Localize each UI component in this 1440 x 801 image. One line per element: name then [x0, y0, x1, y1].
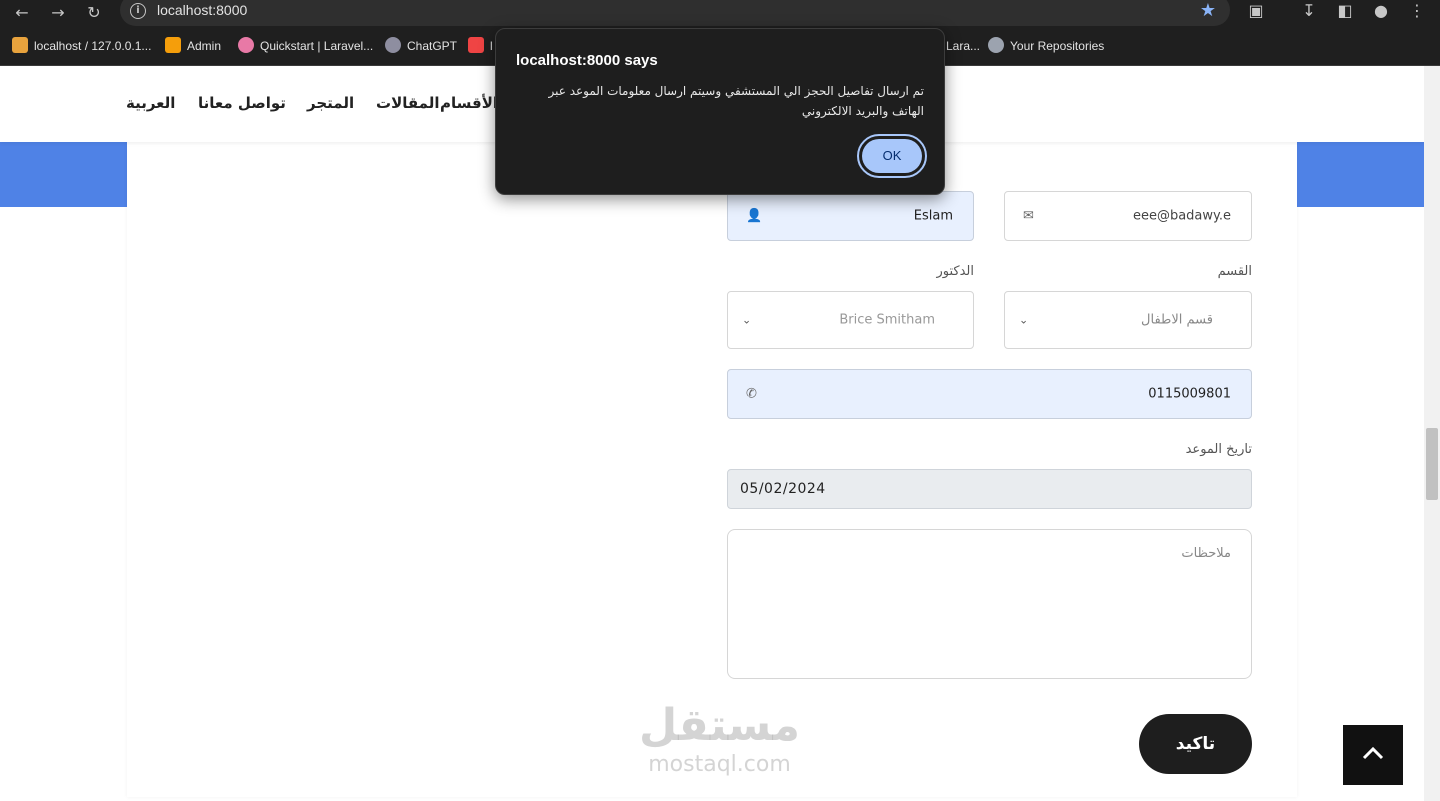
- nav-departments[interactable]: الأقسام: [440, 94, 498, 112]
- doctor-select[interactable]: ⌄ Brice Smitham: [727, 291, 974, 349]
- bookmark-laravel-2[interactable]: Lara...: [946, 37, 980, 55]
- doctor-label: الدكتور: [936, 264, 974, 279]
- bookmark-quickstart[interactable]: Quickstart | Laravel...: [238, 37, 373, 55]
- extensions-icon[interactable]: ▣: [1245, 0, 1267, 22]
- nav-store[interactable]: المتجر: [307, 94, 354, 112]
- scroll-to-top-button[interactable]: [1343, 725, 1403, 785]
- chevron-down-icon: ⌄: [1019, 313, 1029, 327]
- bookmark-admin[interactable]: Admin: [165, 37, 221, 55]
- xampp-icon: [165, 37, 181, 53]
- bookmark-chatgpt[interactable]: ChatGPT: [385, 37, 457, 55]
- alert-dialog: localhost:8000 says تم ارسال تفاصيل الحج…: [495, 28, 945, 195]
- nav-articles[interactable]: المقالات: [376, 94, 440, 112]
- address-url[interactable]: localhost:8000: [157, 2, 247, 18]
- github-icon: [988, 37, 1004, 53]
- profile-avatar-icon[interactable]: ●: [1370, 0, 1392, 22]
- bookmark-localhost[interactable]: localhost / 127.0.0.1...: [12, 37, 151, 55]
- confirm-button[interactable]: تاكيد: [1139, 714, 1252, 774]
- browser-toolbar: ← → ↻ i localhost:8000 ★ ▣ ↧ ◧ ● ⋮: [0, 0, 1440, 28]
- laravel-icon: [468, 37, 484, 53]
- site-info-icon[interactable]: i: [130, 3, 146, 19]
- scrollbar-thumb[interactable]: [1426, 428, 1438, 500]
- side-panel-icon[interactable]: ◧: [1334, 0, 1356, 22]
- date-label: تاريخ الموعد: [1185, 442, 1252, 457]
- phone-input[interactable]: ✆ 0115009801: [727, 369, 1252, 419]
- department-label: القسم: [1217, 264, 1252, 279]
- dialog-ok-button[interactable]: OK: [857, 134, 927, 178]
- address-bar[interactable]: i localhost:8000 ★: [120, 0, 1230, 26]
- forward-arrow-icon[interactable]: →: [47, 2, 69, 24]
- bookmark-star-icon[interactable]: ★: [1200, 0, 1216, 21]
- downloads-icon[interactable]: ↧: [1298, 0, 1320, 22]
- dialog-title: localhost:8000 says: [516, 52, 658, 69]
- bookmark-github[interactable]: Your Repositories: [988, 37, 1104, 55]
- dialog-message: تم ارسال تفاصيل الحجز الي المستشفي وسيتم…: [548, 84, 924, 118]
- chevron-up-icon: [1362, 746, 1384, 760]
- name-input[interactable]: 👤 Eslam: [727, 191, 974, 241]
- user-icon: 👤: [746, 208, 763, 224]
- bookmark-laravel[interactable]: l: [468, 37, 493, 55]
- menu-kebab-icon[interactable]: ⋮: [1406, 0, 1428, 22]
- phpmyadmin-icon: [12, 37, 28, 53]
- back-arrow-icon[interactable]: ←: [11, 2, 33, 24]
- envelope-icon: ✉: [1023, 208, 1034, 224]
- chevron-down-icon: ⌄: [742, 313, 752, 327]
- reload-icon[interactable]: ↻: [83, 2, 105, 24]
- quickstart-icon: [238, 37, 254, 53]
- date-input[interactable]: 05/02/2024: [727, 469, 1252, 509]
- nav-contact[interactable]: تواصل معانا: [198, 94, 286, 112]
- email-input[interactable]: ✉ eee@badawy.e: [1004, 191, 1252, 241]
- phone-icon: ✆: [746, 386, 757, 402]
- chatgpt-icon: [385, 37, 401, 53]
- department-select[interactable]: ⌄ قسم الاطفال: [1004, 291, 1252, 349]
- page-scrollbar[interactable]: [1424, 66, 1440, 801]
- notes-textarea[interactable]: ملاحظات: [727, 529, 1252, 679]
- nav-arabic[interactable]: العربية: [126, 94, 175, 112]
- mostaql-watermark: مستقل mostaql.com: [639, 700, 800, 777]
